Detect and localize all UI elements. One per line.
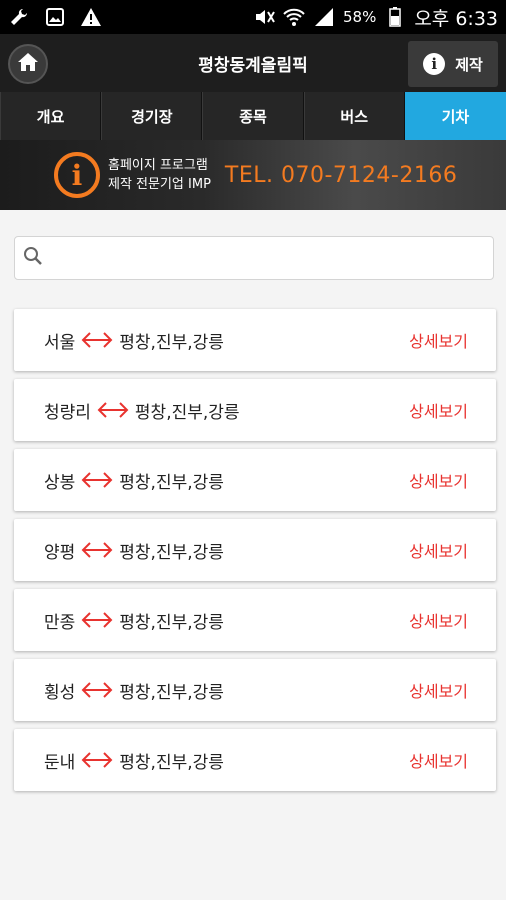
bidirectional-arrow-icon (81, 610, 113, 630)
detail-link[interactable]: 상세보기 (409, 678, 468, 702)
banner-line2: 제작 전문기업 IMP (108, 177, 211, 192)
detail-link[interactable]: 상세보기 (409, 328, 468, 352)
make-button[interactable]: i 제작 (408, 41, 498, 87)
route-item[interactable]: 서울 평창,진부,강릉 상세보기 (14, 309, 496, 371)
mute-icon (253, 6, 275, 28)
route-from: 만종 (44, 612, 76, 633)
route-item[interactable]: 양평 평창,진부,강릉 상세보기 (14, 519, 496, 581)
info-icon: i (423, 53, 446, 75)
battery-percent: 58% (342, 8, 377, 26)
bidirectional-arrow-icon (97, 400, 129, 420)
imp-logo-icon: i (54, 152, 100, 198)
search-input[interactable] (49, 237, 493, 279)
banner-text: 홈페이지 프로그램 제작 전문기업 IMP (108, 156, 211, 194)
detail-link[interactable]: 상세보기 (409, 748, 468, 772)
banner-tel: TEL. 070-7124-2166 (224, 162, 458, 188)
home-icon (17, 52, 39, 76)
search-icon (23, 246, 43, 270)
banner-line1: 홈페이지 프로그램 (108, 158, 208, 173)
detail-link[interactable]: 상세보기 (409, 398, 468, 422)
home-button[interactable] (8, 44, 48, 84)
route-to: 평창,진부,강릉 (134, 402, 240, 423)
tab-overview[interactable]: 개요 (0, 92, 102, 140)
battery-icon (384, 6, 406, 28)
signal-icon (313, 6, 335, 28)
route-to: 평창,진부,강릉 (119, 472, 224, 493)
detail-link[interactable]: 상세보기 (409, 608, 468, 632)
bidirectional-arrow-icon (81, 470, 113, 490)
route-item[interactable]: 횡성 평창,진부,강릉 상세보기 (14, 659, 496, 721)
app-bar: 평창동계올림픽 i 제작 (0, 34, 506, 92)
route-from: 둔내 (44, 752, 76, 773)
wifi-icon (283, 6, 305, 28)
route-from: 양평 (44, 542, 76, 563)
tab-venues[interactable]: 경기장 (101, 92, 203, 140)
detail-link[interactable]: 상세보기 (409, 538, 468, 562)
bidirectional-arrow-icon (81, 330, 113, 350)
bidirectional-arrow-icon (81, 680, 113, 700)
route-item[interactable]: 둔내 평창,진부,강릉 상세보기 (14, 729, 496, 791)
bidirectional-arrow-icon (81, 750, 113, 770)
route-to: 평창,진부,강릉 (119, 612, 224, 633)
detail-link[interactable]: 상세보기 (409, 468, 468, 492)
wrench-icon (8, 6, 30, 28)
tab-bus[interactable]: 버스 (303, 92, 405, 140)
route-to: 평창,진부,강릉 (119, 332, 224, 353)
route-to: 평창,진부,강릉 (119, 682, 224, 703)
route-from: 청량리 (44, 402, 91, 423)
route-to: 평창,진부,강릉 (119, 542, 224, 563)
warning-icon (80, 6, 102, 28)
route-from: 상봉 (44, 472, 76, 493)
status-bar: 58% 오후 6:33 (0, 0, 506, 34)
bidirectional-arrow-icon (81, 540, 113, 560)
route-to: 평창,진부,강릉 (119, 752, 224, 773)
image-icon (44, 6, 66, 28)
route-item[interactable]: 만종 평창,진부,강릉 상세보기 (14, 589, 496, 651)
search-box (14, 236, 494, 280)
clock: 오후 6:33 (414, 7, 498, 30)
route-from: 서울 (44, 332, 76, 353)
tab-events[interactable]: 종목 (202, 92, 304, 140)
route-list: 서울 평창,진부,강릉 상세보기 청량리 평창,진부,강릉 상세보기 상봉 평창… (14, 309, 496, 799)
route-item[interactable]: 상봉 평창,진부,강릉 상세보기 (14, 449, 496, 511)
ad-banner[interactable]: i 홈페이지 프로그램 제작 전문기업 IMP TEL. 070-7124-21… (0, 140, 506, 210)
route-from: 횡성 (44, 682, 76, 703)
tab-train[interactable]: 기차 (404, 92, 506, 140)
route-item[interactable]: 청량리 평창,진부,강릉 상세보기 (14, 379, 496, 441)
tab-bar: 개요 경기장 종목 버스 기차 (0, 92, 506, 140)
make-button-label: 제작 (455, 55, 483, 74)
